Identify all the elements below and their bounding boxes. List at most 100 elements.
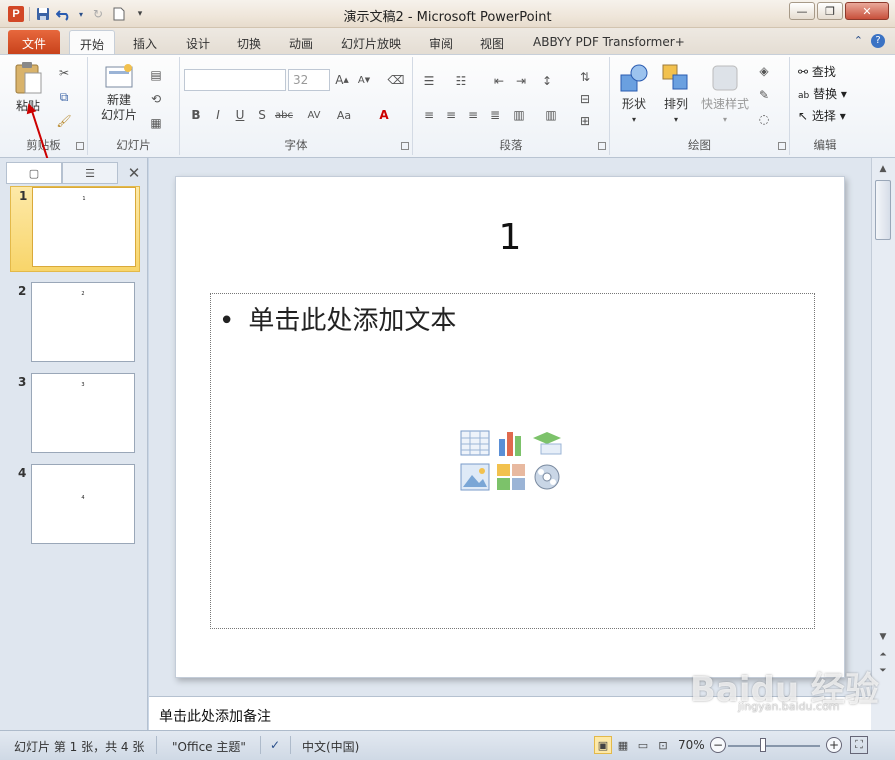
decrease-indent-icon[interactable]: ⇤ — [491, 73, 507, 89]
zoom-slider-handle[interactable] — [760, 738, 766, 752]
minimize-button[interactable]: — — [789, 2, 815, 20]
text-direction-icon[interactable]: ⇅ — [577, 69, 593, 85]
normal-view-icon[interactable]: ▣ — [594, 736, 612, 754]
spell-check-icon[interactable]: ✓ — [270, 738, 280, 752]
fit-to-window-icon[interactable]: ⛶ — [850, 736, 868, 754]
copy-icon[interactable]: ⧉ — [56, 89, 72, 105]
bold-icon[interactable]: B — [188, 107, 204, 123]
scroll-up-icon[interactable]: ▲ — [875, 162, 891, 176]
drawing-launcher-icon[interactable] — [778, 142, 786, 150]
find-button[interactable]: ⚯ 查找 — [798, 63, 836, 80]
new-slide-button[interactable]: 新建 幻灯片 — [94, 63, 144, 123]
tab-abbyy[interactable]: ABBYY PDF Transformer+ — [523, 30, 695, 54]
slide-thumbnail-3[interactable]: 3 3 — [10, 373, 140, 457]
align-right-icon[interactable]: ≡ — [465, 107, 481, 123]
tab-file[interactable]: 文件 — [8, 30, 61, 54]
shape-outline-icon[interactable]: ✎ — [756, 87, 772, 103]
change-case-icon[interactable]: Aa — [336, 107, 352, 123]
numbering-icon[interactable]: ☷ — [453, 73, 469, 89]
increase-indent-icon[interactable]: ⇥ — [513, 73, 529, 89]
shrink-font-icon[interactable]: A ▼ — [356, 72, 372, 88]
placeholder-text[interactable]: • 单击此处添加文本 — [219, 300, 456, 337]
shape-fill-icon[interactable]: ◈ — [756, 63, 772, 79]
clear-formatting-icon[interactable]: ⌫ — [388, 72, 405, 88]
help-icon[interactable]: ? — [871, 34, 885, 48]
zoom-out-icon[interactable]: − — [710, 737, 726, 753]
scroll-thumb[interactable] — [875, 180, 891, 240]
slide-sorter-view-icon[interactable]: ▦ — [614, 736, 632, 754]
select-button[interactable]: ↖ 选择 ▾ — [798, 107, 846, 124]
tab-animations[interactable]: 动画 — [279, 30, 323, 54]
strikethrough-icon[interactable]: abc — [275, 107, 293, 123]
tab-outline[interactable]: ☰ — [62, 162, 118, 184]
justify-icon[interactable]: ≣ — [487, 107, 503, 123]
section-icon[interactable]: ▦ — [148, 115, 164, 131]
tab-insert[interactable]: 插入 — [123, 30, 167, 54]
italic-icon[interactable]: I — [210, 107, 226, 123]
slide-thumbnail-1[interactable]: 1 1 — [10, 186, 140, 272]
align-left-icon[interactable]: ≡ — [421, 107, 437, 123]
slide-thumbnail-2[interactable]: 2 2 — [10, 282, 140, 366]
font-launcher-icon[interactable] — [401, 142, 409, 150]
smartart-icon[interactable]: ⊞ — [577, 113, 593, 129]
language-status[interactable]: 中文(中国) — [302, 738, 359, 755]
insert-picture-icon[interactable] — [459, 462, 491, 492]
font-size-input[interactable]: 32 — [288, 69, 330, 91]
reading-view-icon[interactable]: ▭ — [634, 736, 652, 754]
close-pane-icon[interactable]: ✕ — [122, 162, 146, 184]
align-text-icon[interactable]: ⊟ — [577, 91, 593, 107]
tab-transitions[interactable]: 切换 — [227, 30, 271, 54]
scroll-down-icon[interactable]: ▼ — [875, 630, 891, 644]
underline-icon[interactable]: U — [232, 107, 248, 123]
tab-home[interactable]: 开始 — [69, 30, 116, 54]
tab-design[interactable]: 设计 — [176, 30, 220, 54]
close-button[interactable]: ✕ — [845, 2, 889, 20]
bullets-icon[interactable]: ☰ — [421, 73, 437, 89]
theme-status[interactable]: "Office 主题" — [172, 738, 246, 755]
slideshow-view-icon[interactable]: ⊡ — [654, 736, 672, 754]
shape-effects-icon[interactable]: ◌ — [756, 111, 772, 127]
tab-view[interactable]: 视图 — [470, 30, 514, 54]
tab-review[interactable]: 审阅 — [419, 30, 463, 54]
cut-icon[interactable]: ✂ — [56, 65, 72, 81]
columns-icon[interactable]: ▥ — [543, 107, 559, 123]
clipboard-launcher-icon[interactable] — [76, 142, 84, 150]
vertical-scrollbar[interactable]: ▲ ▼ ⏶ ⏷ — [871, 158, 895, 696]
zoom-level[interactable]: 70% — [678, 738, 705, 752]
character-spacing-icon[interactable]: AV — [306, 107, 322, 123]
reset-icon[interactable]: ⟲ — [148, 91, 164, 107]
bullet: • — [219, 306, 235, 336]
insert-clipart-icon[interactable] — [495, 462, 527, 492]
slide-thumbnail-4[interactable]: 4 4 — [10, 464, 140, 548]
zoom-in-icon[interactable]: + — [826, 737, 842, 753]
line-spacing-icon[interactable]: ↕ — [539, 73, 555, 89]
font-name-input[interactable] — [184, 69, 286, 91]
content-placeholder[interactable]: • 单击此处添加文本 — [210, 293, 815, 629]
minimize-ribbon-icon[interactable]: ⌃ — [854, 34, 863, 48]
insert-chart-icon[interactable] — [495, 428, 527, 458]
current-slide[interactable]: 1 • 单击此处添加文本 — [175, 176, 845, 678]
previous-slide-icon[interactable]: ⏶ — [875, 648, 891, 662]
font-color-icon[interactable]: A — [376, 107, 392, 123]
grow-font-icon[interactable]: A ▲ — [334, 72, 350, 88]
shapes-button[interactable]: 形状 ▾ — [616, 63, 652, 127]
zoom-slider[interactable] — [728, 745, 820, 747]
restore-button[interactable]: ❐ — [817, 2, 843, 20]
distributed-icon[interactable]: ▥ — [511, 107, 527, 123]
replace-button[interactable]: ab 替换 ▾ — [798, 85, 847, 102]
quick-styles-button[interactable]: 快速样式 ▾ — [698, 63, 752, 127]
tab-slides-thumbnails[interactable]: ▢ — [6, 162, 62, 184]
slide-title[interactable]: 1 — [176, 217, 844, 258]
paragraph-launcher-icon[interactable] — [598, 142, 606, 150]
arrange-button[interactable]: 排列 ▾ — [658, 63, 694, 127]
format-painter-icon[interactable]: 🖌 — [56, 113, 72, 129]
insert-media-icon[interactable] — [531, 462, 563, 492]
layout-icon[interactable]: ▤ — [148, 67, 164, 83]
shadow-icon[interactable]: S — [254, 107, 270, 123]
insert-smartart-icon[interactable] — [531, 428, 563, 458]
align-center-icon[interactable]: ≡ — [443, 107, 459, 123]
insert-table-icon[interactable] — [459, 428, 491, 458]
group-slides: 新建 幻灯片 ▤ ⟲ ▦ 幻灯片 — [88, 57, 180, 155]
quick-styles-label: 快速样式 — [700, 97, 749, 111]
tab-slideshow[interactable]: 幻灯片放映 — [331, 30, 411, 54]
